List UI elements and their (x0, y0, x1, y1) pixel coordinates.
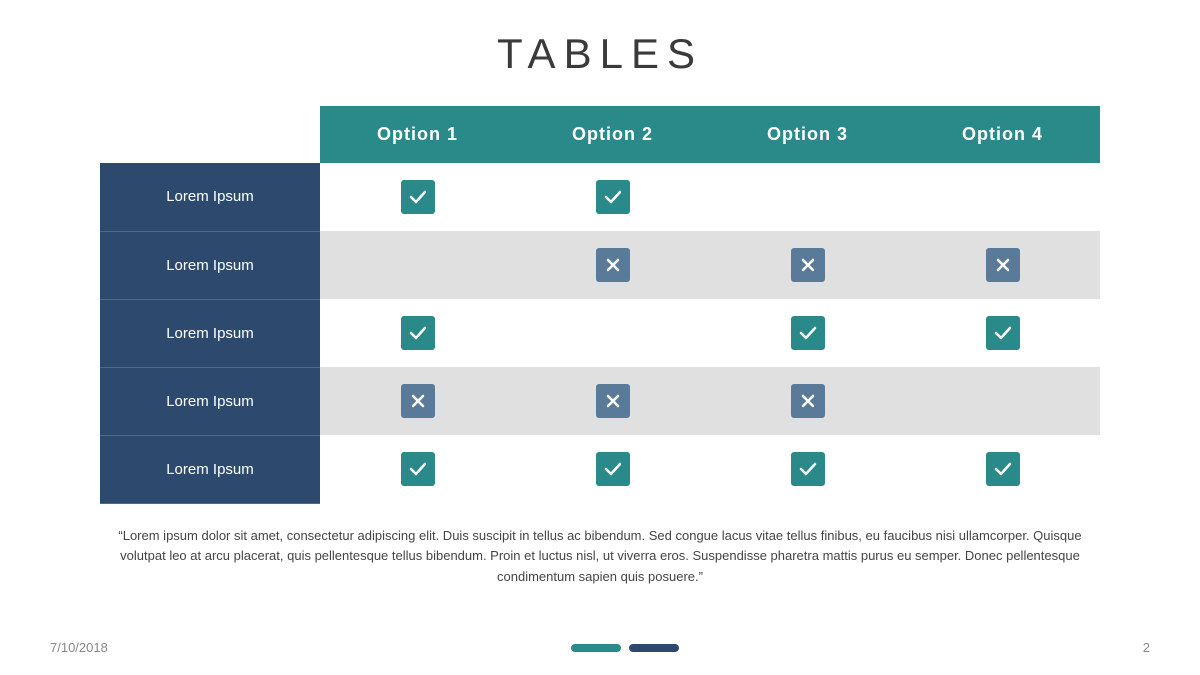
cell-r1-c1 (515, 231, 710, 299)
slide: TABLES Option 1 Option 2 Option 3 Option… (0, 0, 1200, 675)
row-label: Lorem Ipsum (100, 163, 320, 231)
slide-title: TABLES (497, 30, 703, 78)
check-icon (401, 452, 435, 486)
cross-icon (791, 384, 825, 418)
check-icon (401, 180, 435, 214)
cell-r1-c3 (905, 231, 1100, 299)
header-option1: Option 1 (320, 106, 515, 163)
check-icon (401, 316, 435, 350)
cell-r4-c0 (320, 435, 515, 503)
row-label: Lorem Ipsum (100, 299, 320, 367)
dot-teal (571, 644, 621, 652)
table-row: Lorem Ipsum (100, 299, 1100, 367)
cross-icon (791, 248, 825, 282)
row-label: Lorem Ipsum (100, 367, 320, 435)
check-icon (596, 180, 630, 214)
check-icon (986, 452, 1020, 486)
table-header-row: Option 1 Option 2 Option 3 Option 4 (100, 106, 1100, 163)
table-row: Lorem Ipsum (100, 367, 1100, 435)
check-icon (596, 452, 630, 486)
row-label: Lorem Ipsum (100, 231, 320, 299)
check-icon (986, 316, 1020, 350)
cell-r4-c3 (905, 435, 1100, 503)
cross-icon (986, 248, 1020, 282)
cell-r2-c2 (710, 299, 905, 367)
table-row: Lorem Ipsum (100, 163, 1100, 231)
cell-r2-c3 (905, 299, 1100, 367)
cross-icon (596, 384, 630, 418)
row-label: Lorem Ipsum (100, 435, 320, 503)
check-icon (791, 452, 825, 486)
footer: 7/10/2018 2 (0, 640, 1200, 655)
table-row: Lorem Ipsum (100, 435, 1100, 503)
footer-dots (571, 644, 679, 652)
cell-r0-c2 (710, 163, 905, 231)
cell-r3-c2 (710, 367, 905, 435)
cell-r3-c0 (320, 367, 515, 435)
cross-icon (401, 384, 435, 418)
quote-text: “Lorem ipsum dolor sit amet, consectetur… (100, 526, 1100, 588)
cell-r4-c1 (515, 435, 710, 503)
footer-page: 2 (1143, 640, 1150, 655)
cell-r0-c1 (515, 163, 710, 231)
cell-r3-c1 (515, 367, 710, 435)
table-row: Lorem Ipsum (100, 231, 1100, 299)
cross-icon (596, 248, 630, 282)
header-option2: Option 2 (515, 106, 710, 163)
comparison-table: Option 1 Option 2 Option 3 Option 4 Lore… (100, 106, 1100, 504)
cell-r2-c0 (320, 299, 515, 367)
cell-r1-c2 (710, 231, 905, 299)
header-option4: Option 4 (905, 106, 1100, 163)
footer-date: 7/10/2018 (50, 640, 108, 655)
cell-r0-c3 (905, 163, 1100, 231)
cell-r2-c1 (515, 299, 710, 367)
header-option3: Option 3 (710, 106, 905, 163)
header-label-col (100, 106, 320, 163)
dot-navy (629, 644, 679, 652)
check-icon (791, 316, 825, 350)
cell-r0-c0 (320, 163, 515, 231)
cell-r1-c0 (320, 231, 515, 299)
cell-r4-c2 (710, 435, 905, 503)
cell-r3-c3 (905, 367, 1100, 435)
table-container: Option 1 Option 2 Option 3 Option 4 Lore… (100, 106, 1100, 504)
